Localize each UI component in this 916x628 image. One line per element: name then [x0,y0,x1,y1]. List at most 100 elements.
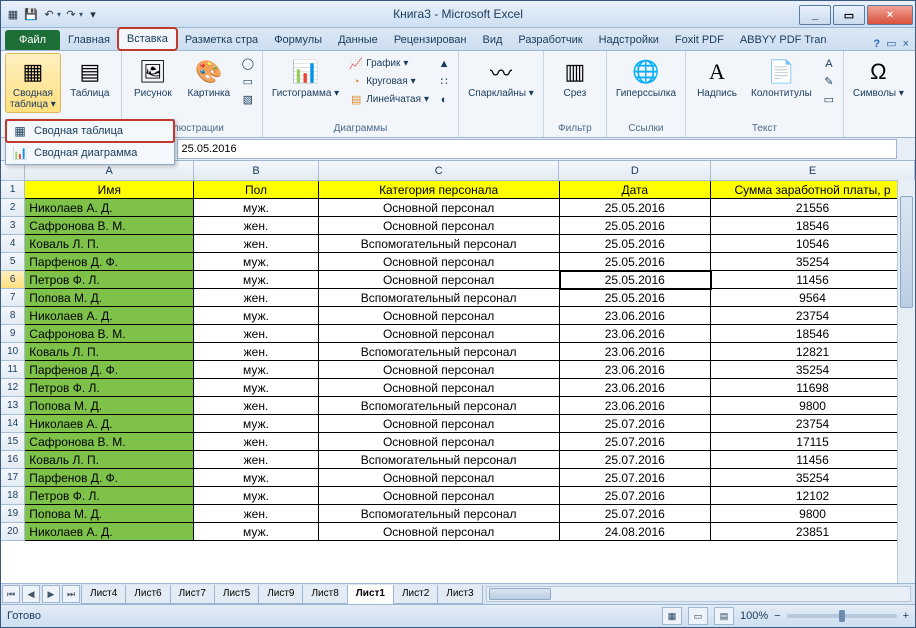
row-header[interactable]: 1 [1,181,25,199]
col-header-b[interactable]: B [194,161,319,180]
row-header[interactable]: 11 [1,361,25,379]
header-cell[interactable]: Категория персонала [319,181,560,199]
cell[interactable]: 21556 [711,199,915,217]
cell[interactable]: муж. [194,379,318,397]
pie-chart-button[interactable]: ◔Круговая ▾ [346,73,432,90]
cell[interactable]: 25.07.2016 [560,469,712,487]
row-header[interactable]: 18 [1,487,25,505]
tab-abbyy[interactable]: ABBYY PDF Tran [732,30,835,50]
hyperlink-button[interactable]: 🌐 Гиперссылка [611,53,681,102]
cell[interactable]: 25.05.2016 [560,253,712,271]
cell[interactable]: Николаев А. Д. [25,523,194,541]
redo-icon[interactable]: ↷ [63,6,79,22]
cell[interactable]: 25.07.2016 [560,451,712,469]
sheet-tab[interactable]: Лист7 [170,585,215,604]
zoom-in-button[interactable]: + [903,610,909,622]
cell[interactable]: Петров Ф. Л. [25,379,194,397]
cell[interactable]: жен. [194,397,318,415]
row-header[interactable]: 15 [1,433,25,451]
row-header[interactable]: 5 [1,253,25,271]
cell[interactable]: 25.05.2016 [560,217,712,235]
cell[interactable]: Коваль Л. П. [25,451,194,469]
cell[interactable]: Сафронова В. М. [25,325,194,343]
cell[interactable]: 10546 [711,235,915,253]
zoom-level[interactable]: 100% [740,610,768,622]
header-cell[interactable]: Пол [194,181,318,199]
cell[interactable]: 17115 [711,433,915,451]
cell[interactable]: 25.05.2016 [560,271,712,289]
tab-review[interactable]: Рецензирован [386,30,475,50]
cell[interactable]: Петров Ф. Л. [25,271,194,289]
cell[interactable]: Вспомогательный персонал [319,505,560,523]
other-charts-button[interactable]: ◐ [434,91,454,108]
tab-pagelayout[interactable]: Разметка стра [177,30,266,50]
cell[interactable]: Коваль Л. П. [25,235,194,253]
cell[interactable]: Николаев А. Д. [25,199,194,217]
cell[interactable]: Вспомогательный персонал [319,451,560,469]
slicer-button[interactable]: ▥ Срез [548,53,602,102]
tab-home[interactable]: Главная [60,30,118,50]
row-header[interactable]: 13 [1,397,25,415]
bar-chart-button[interactable]: ▤Линейчатая ▾ [346,91,432,108]
row-header[interactable]: 2 [1,199,25,217]
row-header[interactable]: 7 [1,289,25,307]
cell[interactable]: 35254 [711,469,915,487]
row-header[interactable]: 19 [1,505,25,523]
cell[interactable]: Основной персонал [319,199,560,217]
sheet-tab[interactable]: Лист6 [125,585,170,604]
cell[interactable]: жен. [194,343,318,361]
tab-developer[interactable]: Разработчик [510,30,590,50]
col-header-c[interactable]: C [319,161,560,180]
tab-data[interactable]: Данные [330,30,386,50]
cell[interactable]: Петров Ф. Л. [25,487,194,505]
hscroll-thumb[interactable] [489,588,551,600]
cell[interactable]: жен. [194,235,318,253]
header-footer-button[interactable]: 📄 Колонтитулы [746,53,817,102]
cell[interactable]: муж. [194,523,318,541]
picture-button[interactable]: 🖼 Рисунок [126,53,180,102]
sheet-tab[interactable]: Лист1 [347,585,394,604]
sheet-tab[interactable]: Лист3 [437,585,482,604]
textbox-button[interactable]: A Надпись [690,53,744,102]
horizontal-scrollbar[interactable] [486,586,911,602]
cell[interactable]: 11456 [711,271,915,289]
row-header[interactable]: 17 [1,469,25,487]
table-button[interactable]: ▤ Таблица [63,53,117,102]
col-header-e[interactable]: E [711,161,915,180]
screenshot-button[interactable]: ▧ [238,91,258,108]
cell[interactable]: Вспомогательный персонал [319,235,560,253]
cell[interactable]: жен. [194,289,318,307]
column-chart-button[interactable]: 📊 Гистограмма ▾ [267,53,344,102]
cell[interactable]: Николаев А. Д. [25,415,194,433]
sheet-tab[interactable]: Лист8 [302,585,347,604]
worksheet[interactable]: A B C D E 1ИмяПолКатегория персоналаДата… [1,161,915,583]
pivot-chart-menu-item[interactable]: 📊 Сводная диаграмма [6,142,174,164]
sheet-tab[interactable]: Лист5 [214,585,259,604]
symbols-button[interactable]: Ω Символы ▾ [848,53,909,102]
cell[interactable]: жен. [194,505,318,523]
cell[interactable]: 25.05.2016 [560,289,712,307]
tab-foxit[interactable]: Foxit PDF [667,30,732,50]
row-header[interactable]: 4 [1,235,25,253]
cell[interactable]: 23.06.2016 [560,361,712,379]
cell[interactable]: жен. [194,451,318,469]
sheet-nav-last[interactable]: ⏭ [62,585,80,603]
shapes-button[interactable]: ◯ [238,55,258,72]
row-header[interactable]: 8 [1,307,25,325]
cell[interactable]: Попова М. Д. [25,397,194,415]
cell[interactable]: Основной персонал [319,379,560,397]
cell[interactable]: 25.07.2016 [560,487,712,505]
view-normal-button[interactable]: ▦ [662,607,682,625]
sheet-tab[interactable]: Лист2 [393,585,438,604]
sheet-nav-next[interactable]: ▶ [42,585,60,603]
cell[interactable]: муж. [194,253,318,271]
cell[interactable]: 9800 [711,505,915,523]
wordart-button[interactable]: A [819,55,839,72]
cell[interactable]: муж. [194,415,318,433]
cell[interactable]: 12102 [711,487,915,505]
cell[interactable]: 25.05.2016 [560,235,712,253]
cell[interactable]: жен. [194,217,318,235]
row-header[interactable]: 16 [1,451,25,469]
cell[interactable]: 23754 [711,307,915,325]
minimize-button[interactable]: _ [799,5,831,25]
